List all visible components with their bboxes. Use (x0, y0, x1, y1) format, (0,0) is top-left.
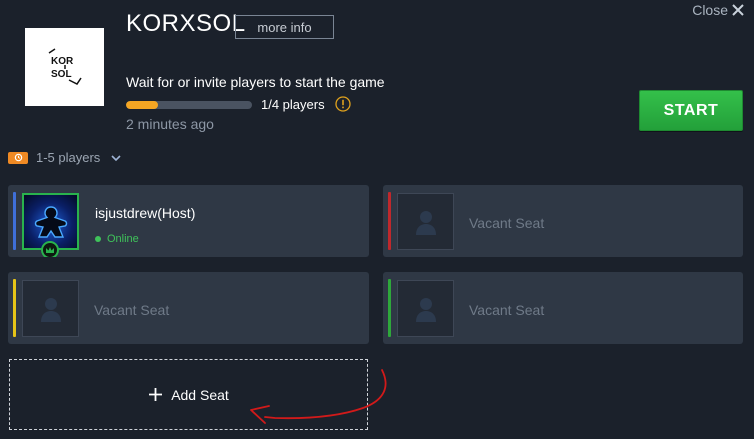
status-label: Online (107, 233, 139, 245)
seat-color-stripe (388, 279, 391, 337)
host-name: isjustdrew(Host) (95, 205, 196, 221)
seat-vacant[interactable]: Vacant Seat (8, 272, 369, 344)
seat-vacant[interactable]: Vacant Seat (383, 185, 743, 257)
plus-icon (149, 388, 163, 401)
seat-color-stripe (388, 192, 391, 250)
seat-avatar-placeholder (397, 280, 454, 337)
meeple-icon (34, 205, 67, 238)
vacant-seat-label: Vacant Seat (469, 215, 545, 231)
svg-text:SOL: SOL (51, 69, 72, 80)
player-range-selector[interactable]: 1-5 players (8, 150, 122, 165)
seat-vacant[interactable]: Vacant Seat (383, 272, 743, 344)
chevron-down-icon (111, 154, 121, 161)
seat-color-stripe (13, 279, 16, 337)
close-button[interactable]: Close (692, 2, 744, 18)
close-label: Close (692, 2, 728, 18)
add-seat-label: Add Seat (171, 386, 229, 403)
seat-color-stripe (13, 192, 16, 250)
start-button[interactable]: START (639, 90, 743, 131)
seat-avatar-placeholder (22, 280, 79, 337)
seat-avatar-placeholder (397, 193, 454, 250)
player-range-label: 1-5 players (36, 150, 101, 165)
warning-icon[interactable] (335, 96, 351, 112)
crown-icon (46, 247, 54, 253)
vacant-seat-label: Vacant Seat (469, 302, 545, 318)
player-count: 1/4 players (261, 97, 325, 112)
players-progress-bar (126, 101, 252, 109)
svg-text:KOR: KOR (51, 56, 74, 67)
host-badge (41, 241, 59, 257)
person-silhouette-icon (415, 210, 436, 235)
seat-host[interactable]: isjustdrew(Host) Online (8, 185, 369, 257)
person-silhouette-icon (40, 297, 61, 322)
person-silhouette-icon (415, 297, 436, 322)
add-seat-button[interactable]: Add Seat (9, 359, 368, 430)
vacant-seat-label: Vacant Seat (94, 302, 170, 318)
online-dot-icon (95, 236, 101, 242)
created-time: 2 minutes ago (126, 116, 214, 132)
player-range-icon (8, 151, 28, 164)
game-logo: KOR SOL (25, 28, 104, 106)
more-info-button[interactable]: more info (235, 15, 334, 39)
progress-fill (126, 101, 158, 109)
game-title: KORXSOL (126, 10, 246, 37)
wait-message: Wait for or invite players to start the … (126, 74, 385, 90)
korxsol-logo-icon: KOR SOL (48, 48, 82, 85)
close-x-icon (732, 4, 744, 16)
online-status: Online (95, 233, 139, 245)
